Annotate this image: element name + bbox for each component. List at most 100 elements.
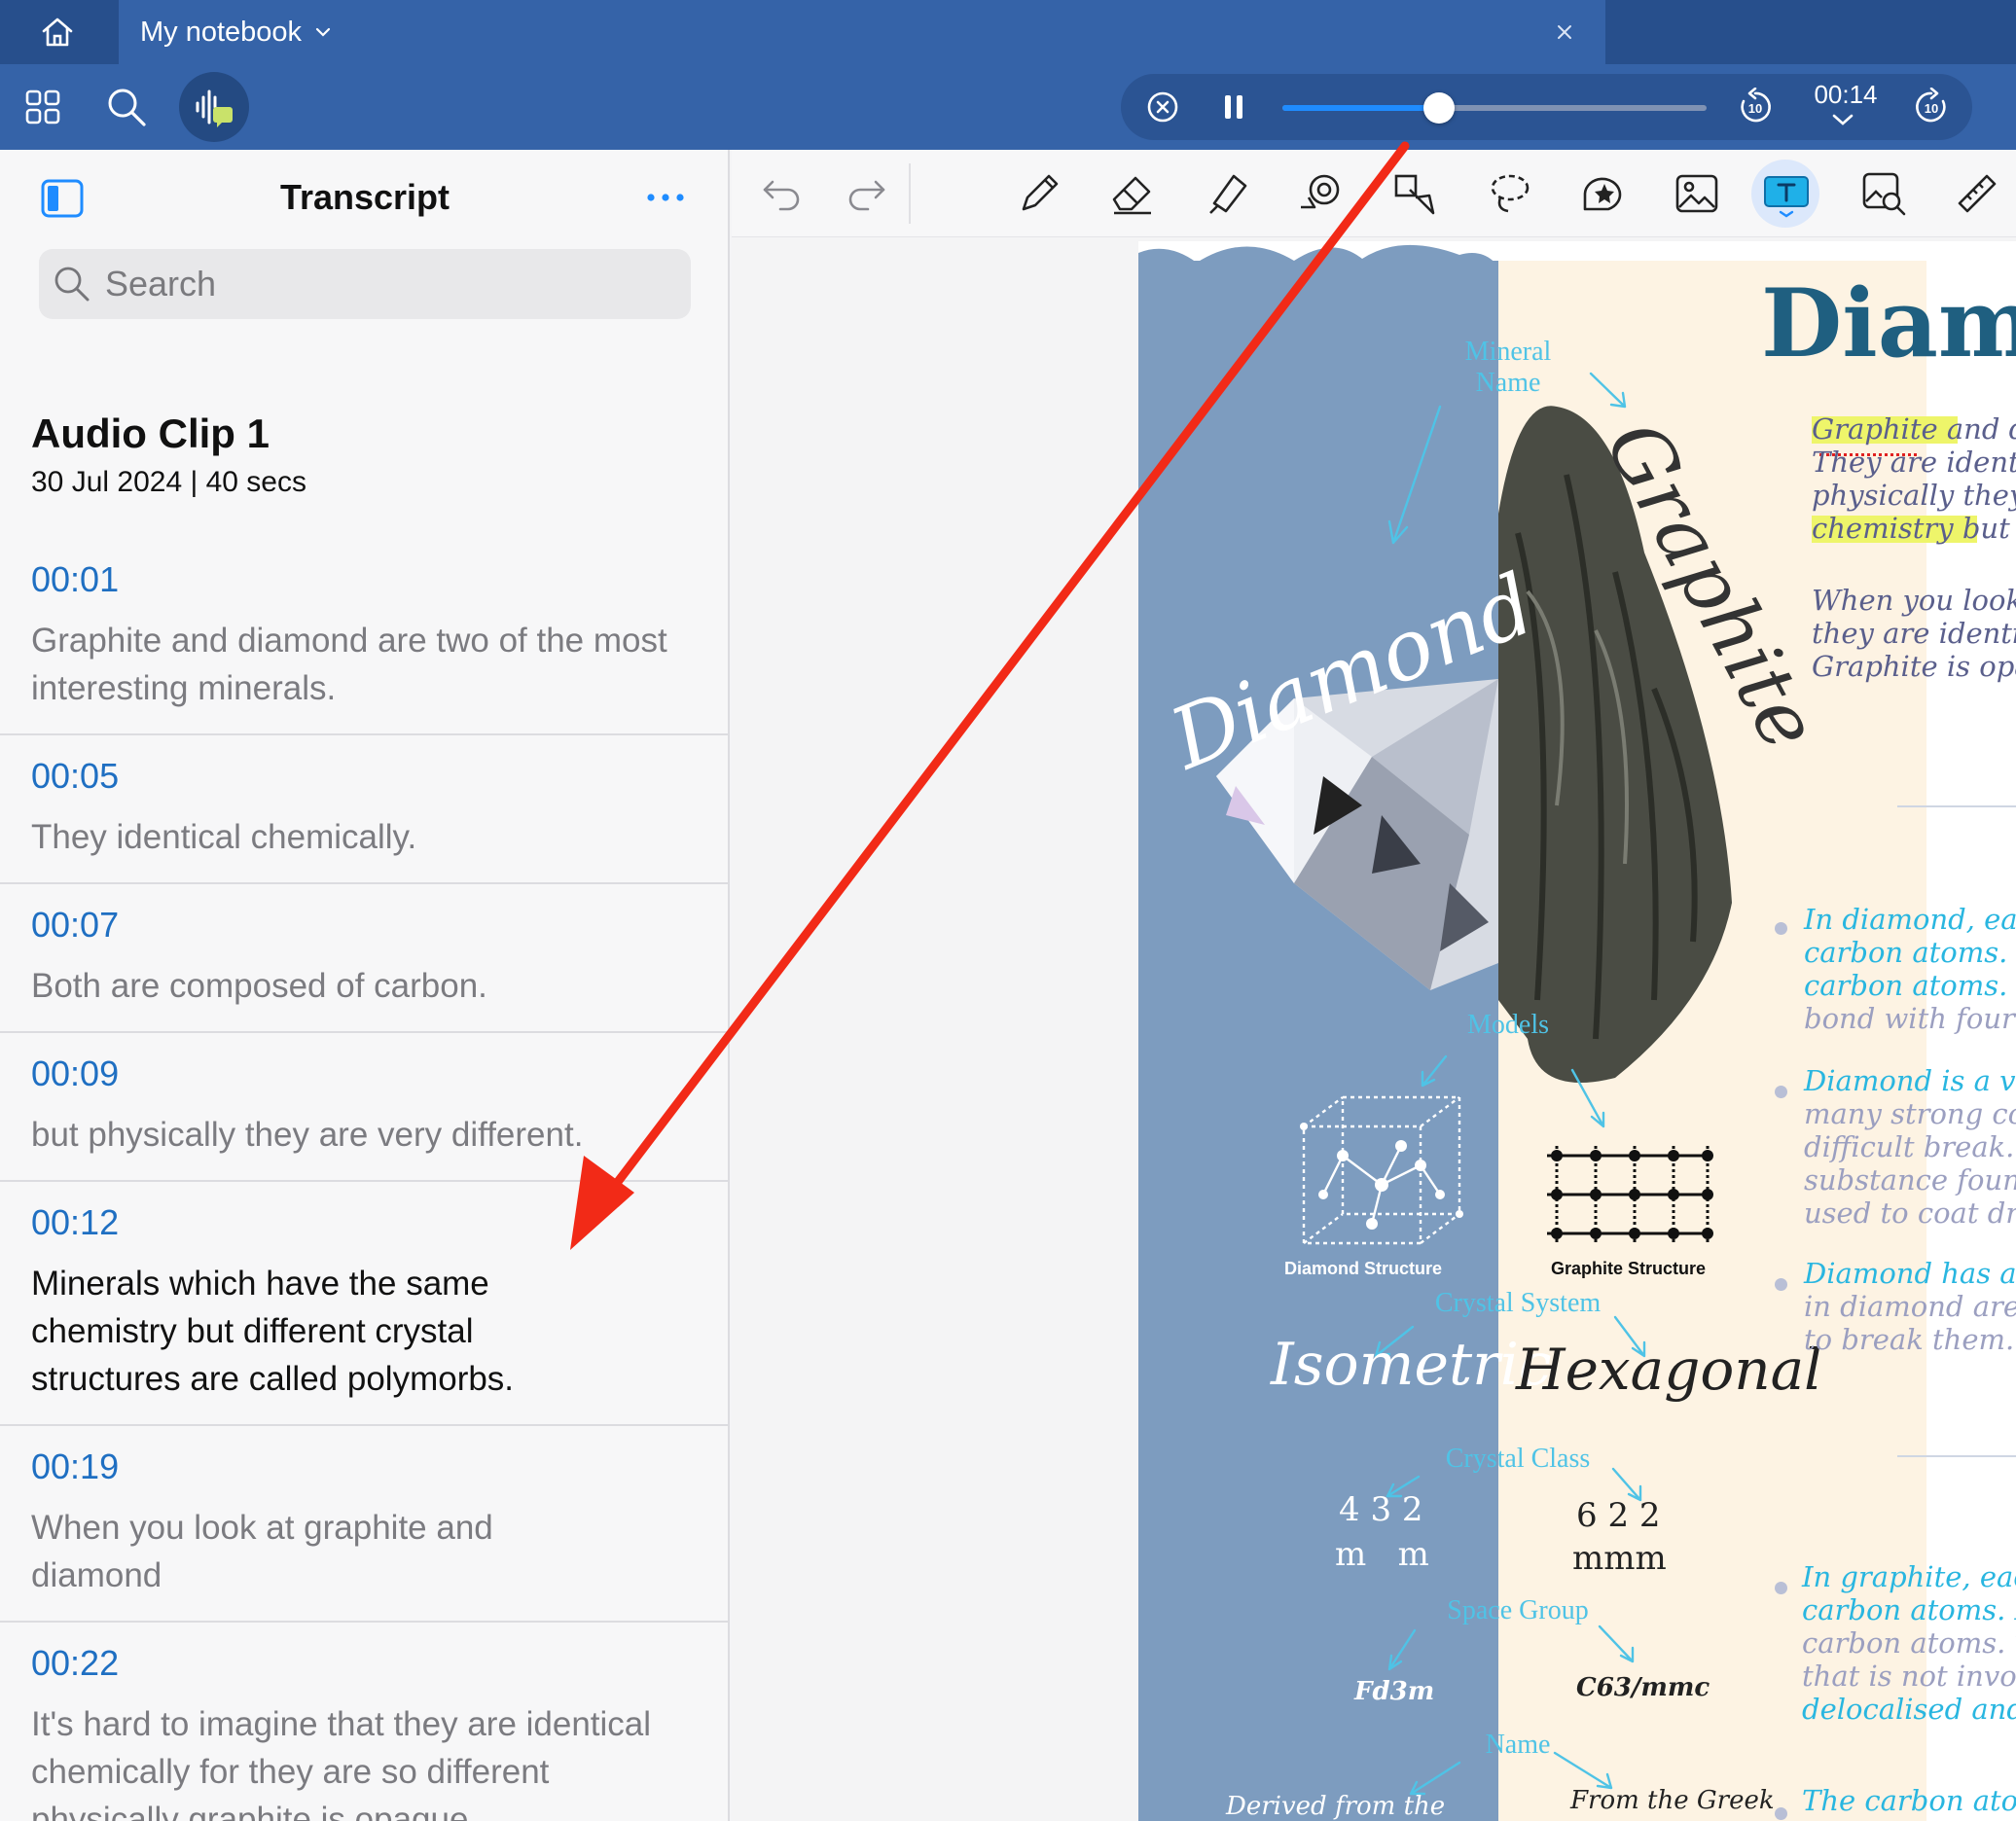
insert-image-tool[interactable] [1858,168,1909,219]
home-button[interactable] [0,0,115,64]
entry-timestamp[interactable]: 00:05 [31,755,699,798]
pause-icon[interactable] [1220,92,1247,122]
entry-text: Minerals which have the same chemistry b… [31,1265,515,1398]
note-line: Diamond has a h [1804,1257,2016,1290]
audio-recording-button[interactable] [179,72,249,142]
redo-button[interactable] [841,168,891,219]
search-button[interactable] [103,84,150,130]
entry-timestamp[interactable]: 00:01 [31,558,699,601]
shape-tool[interactable] [1296,168,1347,219]
element-tool[interactable] [1389,168,1440,219]
note-line: In graphite, each c [1802,1560,2016,1593]
entry-timestamp[interactable]: 00:09 [31,1053,699,1095]
entry-text: They identical chemically. [31,818,417,856]
notebook-page[interactable]: Diamo Diamond Graphite Mineral Name Mode… [1138,241,2016,1821]
note-line: chemistry but d [1812,512,2016,545]
redo-icon [848,180,885,211]
note-line: Diamond is a very [1804,1064,2016,1097]
bullet-dot [1775,1278,1787,1291]
forward-10-icon[interactable]: 10 [1912,88,1951,126]
transcript-search-input[interactable]: Search [39,249,691,319]
right-note-block-1: Graphite and d They are identica physica… [1812,412,2016,545]
playback-progress-fill [1282,105,1440,111]
transcript-entries: 00:01 Graphite and diamond are two of th… [0,539,728,1821]
divider-line [1897,1455,2016,1457]
diamond-structure-model [1300,1095,1463,1245]
note-line: difficult break. It [1804,1130,2016,1163]
diamond-name-origin: Derived from the [1226,1792,1446,1821]
note-line: that is not involve [1802,1660,2016,1693]
close-tab-button[interactable] [1549,17,1580,48]
tab-title: My notebook [140,16,303,48]
transcript-entry[interactable]: 00:05 They identical chemically. [0,735,728,884]
note-line: delocalised and is [1802,1693,2016,1726]
text-tool-active[interactable] [1761,168,1812,219]
chevron-down-icon[interactable] [315,27,331,37]
note-line: carbon atoms. In d [1804,936,2016,969]
audio-transcript-icon [196,89,233,127]
entry-timestamp[interactable]: 00:07 [31,904,699,946]
lasso-tool[interactable] [1485,168,1535,219]
stop-playback-icon[interactable] [1146,90,1179,124]
graphite-name-origin: From the Greek [1570,1786,1775,1815]
graphite-space-group: C63/mmc [1576,1673,1710,1702]
transcript-entry[interactable]: 00:22 It's hard to imagine that they are… [0,1623,728,1821]
audio-clip-title: Audio Clip 1 [31,411,270,456]
diamond-class-top: 4 3 2 [1339,1490,1423,1529]
panel-title: Transcript [279,177,450,217]
image-search-icon [1862,172,1906,216]
entry-timestamp[interactable]: 00:12 [31,1201,699,1244]
eraser-tool[interactable] [1107,168,1158,219]
right-note-block-2: When you look a they are identica Graphi… [1812,584,2016,683]
transcript-entry[interactable]: 00:07 Both are composed of carbon. [0,884,728,1033]
highlighter-tool[interactable] [1203,168,1253,219]
transcript-panel: Transcript Search Audio Clip 1 30 Jul 20… [0,150,730,1821]
shapes-icon [1301,174,1340,209]
playback-scrubber-knob[interactable] [1423,92,1456,124]
undo-icon [763,180,800,211]
note-line: Graphite and d [1812,412,2016,446]
note-line: When you look a [1812,584,2016,617]
entry-timestamp[interactable]: 00:22 [31,1642,699,1685]
graphite-class-top: 6 2 2 [1576,1496,1661,1535]
entry-text: It's hard to imagine that they are ident… [31,1705,652,1821]
bullet-note-4: In graphite, each c carbon atoms. In g c… [1802,1560,2016,1726]
close-icon [1558,25,1571,39]
forward-seconds: 10 [1925,101,1938,116]
tab-bar: My notebook [0,0,2016,64]
graphite-class-bottom: mmm [1572,1539,1667,1578]
note-line: carbon atoms. Thi [1804,969,2016,1002]
isometric-text: Isometric [1271,1331,1552,1399]
entry-text: When you look at graphite and diamond [31,1509,493,1594]
graphite-structure-model [1547,1146,1713,1243]
playback-progress-track[interactable] [1282,92,1707,124]
transcript-entry-active[interactable]: 00:12 Minerals which have the same chemi… [0,1182,728,1426]
transcript-entry[interactable]: 00:01 Graphite and diamond are two of th… [0,539,728,735]
sticker-tool[interactable] [1578,168,1629,219]
notebook-tab[interactable]: My notebook [119,0,1605,64]
entry-text: Graphite and diamond are two of the most… [31,622,667,707]
transcript-entry[interactable]: 00:19 When you look at graphite and diam… [0,1426,728,1623]
rewind-10-icon[interactable]: 10 [1736,88,1775,126]
chevron-down-icon[interactable] [1831,113,1854,126]
bullet-note-5: The carbon atoms [1802,1784,2016,1817]
entry-timestamp[interactable]: 00:19 [31,1446,699,1488]
pen-tool[interactable] [1014,168,1064,219]
image-tool[interactable] [1672,168,1722,219]
transcript-entry[interactable]: 00:09 but physically they are very diffe… [0,1033,728,1182]
ruler-icon [1958,174,1997,213]
note-line: carbon atoms. This [1802,1626,2016,1660]
search-icon [54,267,90,302]
grid-view-button[interactable] [19,84,66,130]
search-icon [108,89,146,126]
image-icon [1675,174,1718,213]
audio-clip-meta: 30 Jul 2024 | 40 secs [31,466,306,498]
more-options-icon[interactable] [646,193,685,202]
note-line: physically they [1812,479,2016,512]
diamond-structure-caption: Diamond Structure [1284,1259,1443,1278]
note-line: The carbon atoms [1802,1784,2016,1817]
bullet-dot [1775,1086,1787,1098]
undo-button[interactable] [757,168,808,219]
ruler-tool[interactable] [1952,168,2002,219]
diamond-class-bottom: m m [1335,1535,1429,1574]
